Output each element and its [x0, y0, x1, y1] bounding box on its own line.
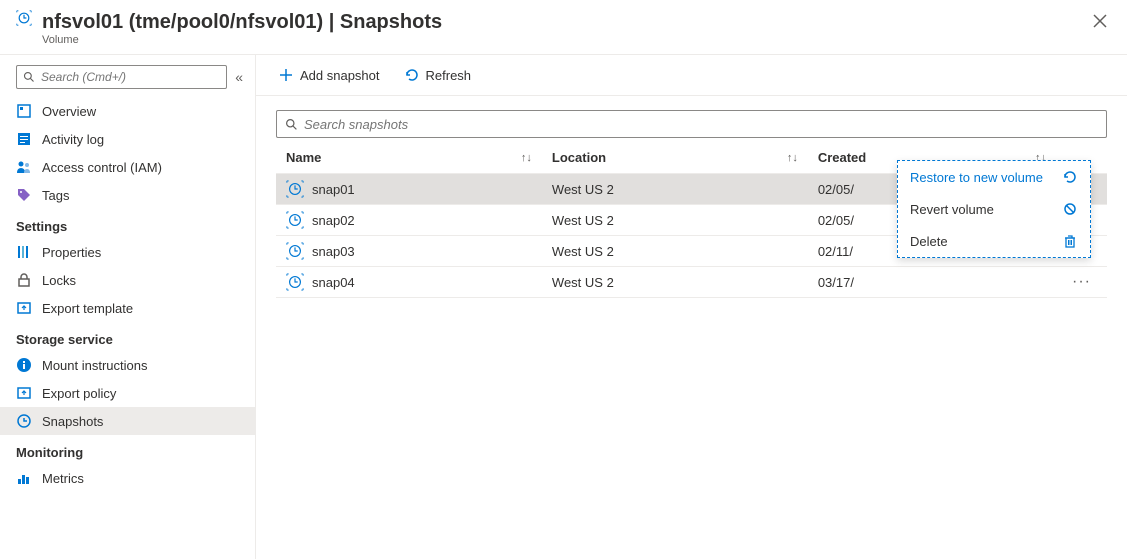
- nav-label: Tags: [42, 188, 69, 203]
- nav-item-tags[interactable]: Tags: [0, 181, 255, 209]
- snapshot-location: West US 2: [542, 205, 808, 236]
- snapshot-created: 03/17/: [808, 267, 1056, 298]
- snapshot-icon: [286, 180, 304, 198]
- lock-icon: [16, 272, 32, 288]
- nav-item-export-template[interactable]: Export template: [0, 294, 255, 322]
- nav-label: Access control (IAM): [42, 160, 162, 175]
- column-name[interactable]: Name↑↓: [276, 142, 542, 174]
- nav-label: Metrics: [42, 471, 84, 486]
- add-snapshot-label: Add snapshot: [300, 68, 380, 83]
- nav-label: Activity log: [42, 132, 104, 147]
- properties-icon: [16, 244, 32, 260]
- nav-item-properties[interactable]: Properties: [0, 238, 255, 266]
- nav-item-export-policy[interactable]: Export policy: [0, 379, 255, 407]
- nav-settings: Properties Locks Export template: [0, 238, 255, 322]
- refresh-label: Refresh: [426, 68, 472, 83]
- nav-item-overview[interactable]: Overview: [0, 97, 255, 125]
- nav-item-metrics[interactable]: Metrics: [0, 464, 255, 492]
- sort-icon: ↑↓: [787, 152, 798, 164]
- context-restore[interactable]: Restore to new volume: [898, 161, 1090, 193]
- main-content: Add snapshot Refresh Name↑↓ Locatio: [256, 55, 1127, 559]
- restore-icon: [1062, 169, 1078, 185]
- sidebar-search-input[interactable]: [41, 70, 220, 84]
- nav-label: Snapshots: [42, 414, 103, 429]
- delete-icon: [1062, 233, 1078, 249]
- snapshot-search-input[interactable]: [304, 117, 1098, 132]
- nav-storage: Mount instructions Export policy Snapsho…: [0, 351, 255, 435]
- nav-label: Properties: [42, 245, 101, 260]
- page-title: nfsvol01 (tme/pool0/nfsvol01) | Snapshot…: [42, 10, 442, 34]
- snapshot-location: West US 2: [542, 267, 808, 298]
- search-icon: [23, 71, 35, 83]
- export-template-icon: [16, 300, 32, 316]
- sidebar: « Overview Activity log Access control (…: [0, 55, 256, 559]
- table-row[interactable]: snap04 West US 203/17/ ···: [276, 267, 1107, 298]
- snapshot-icon: [286, 242, 304, 260]
- snapshot-location: West US 2: [542, 236, 808, 267]
- nav-item-activity-log[interactable]: Activity log: [0, 125, 255, 153]
- info-icon: [16, 357, 32, 373]
- activity-log-icon: [16, 131, 32, 147]
- search-icon: [285, 118, 298, 131]
- sort-icon: ↑↓: [521, 152, 532, 164]
- nav-item-mount[interactable]: Mount instructions: [0, 351, 255, 379]
- context-delete[interactable]: Delete: [898, 225, 1090, 257]
- snapshot-name: snap02: [312, 213, 355, 228]
- nav-label: Export template: [42, 301, 133, 316]
- blade-header: nfsvol01 (tme/pool0/nfsvol01) | Snapshot…: [0, 0, 1127, 55]
- metrics-icon: [16, 470, 32, 486]
- context-menu: Restore to new volume Revert volume Dele…: [897, 160, 1091, 258]
- nav-label: Locks: [42, 273, 76, 288]
- plus-icon: [278, 67, 294, 83]
- section-monitoring: Monitoring: [0, 435, 255, 464]
- export-policy-icon: [16, 385, 32, 401]
- snapshot-icon: [286, 211, 304, 229]
- tags-icon: [16, 187, 32, 203]
- snapshot-search[interactable]: [276, 110, 1107, 138]
- nav-label: Overview: [42, 104, 96, 119]
- nav-item-snapshots[interactable]: Snapshots: [0, 407, 255, 435]
- add-snapshot-button[interactable]: Add snapshot: [276, 63, 382, 87]
- snapshot-icon: [16, 413, 32, 429]
- close-button[interactable]: [1089, 10, 1111, 32]
- snapshot-name: snap01: [312, 182, 355, 197]
- nav-label: Export policy: [42, 386, 116, 401]
- collapse-sidebar-button[interactable]: «: [235, 69, 243, 85]
- refresh-button[interactable]: Refresh: [402, 63, 474, 87]
- context-revert[interactable]: Revert volume: [898, 193, 1090, 225]
- nav-label: Mount instructions: [42, 358, 148, 373]
- toolbar: Add snapshot Refresh: [256, 55, 1127, 96]
- page-subtitle: Volume: [42, 34, 442, 46]
- column-location[interactable]: Location↑↓: [542, 142, 808, 174]
- nav-item-locks[interactable]: Locks: [0, 266, 255, 294]
- nav-monitoring: Metrics: [0, 464, 255, 492]
- snapshot-icon: [286, 273, 304, 291]
- row-menu-button[interactable]: ···: [1066, 273, 1097, 291]
- volume-snapshot-icon: [16, 10, 32, 26]
- sidebar-search[interactable]: [16, 65, 227, 89]
- snapshot-location: West US 2: [542, 174, 808, 205]
- overview-icon: [16, 103, 32, 119]
- snapshot-name: snap03: [312, 244, 355, 259]
- nav-item-access-control[interactable]: Access control (IAM): [0, 153, 255, 181]
- refresh-icon: [404, 67, 420, 83]
- access-control-icon: [16, 159, 32, 175]
- section-storage: Storage service: [0, 322, 255, 351]
- revert-icon: [1062, 201, 1078, 217]
- section-settings: Settings: [0, 209, 255, 238]
- snapshot-name: snap04: [312, 275, 355, 290]
- nav-top: Overview Activity log Access control (IA…: [0, 97, 255, 209]
